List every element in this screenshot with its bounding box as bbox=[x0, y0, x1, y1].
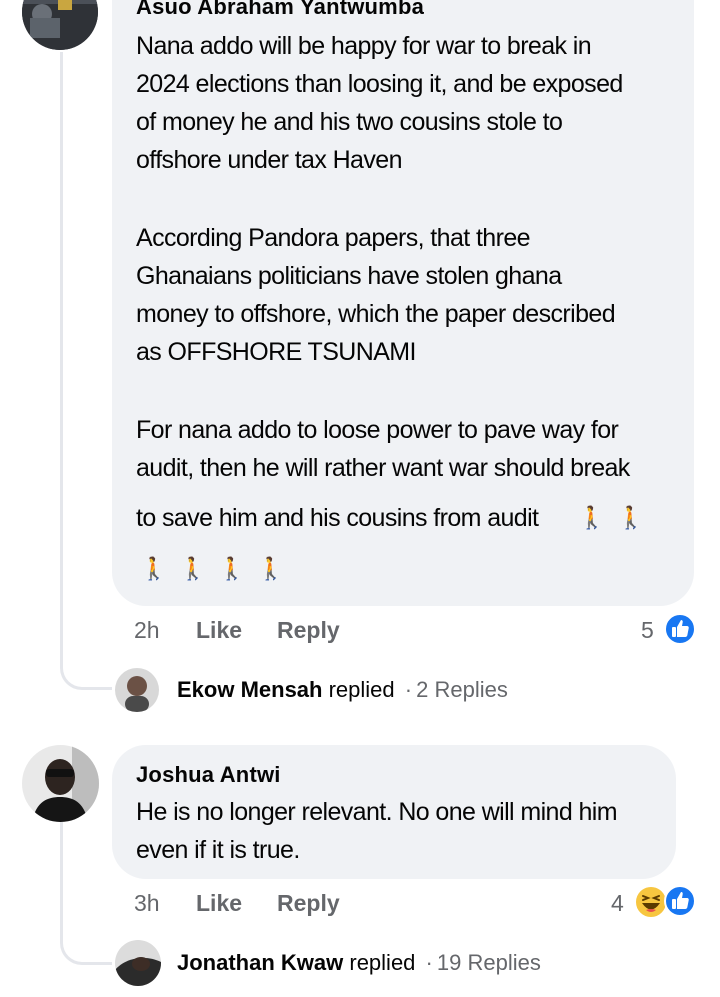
thread-line bbox=[60, 52, 63, 662]
walking-person-icon: 🚶 bbox=[617, 505, 645, 530]
haha-icon[interactable] bbox=[634, 885, 668, 919]
comment-text: money to offshore, which the paper descr… bbox=[136, 300, 616, 328]
view-replies-link[interactable]: Jonathan Kwaw replied · 19 Replies bbox=[177, 950, 541, 976]
reply-verb: replied bbox=[328, 677, 395, 702]
comment-author[interactable]: Asuo Abraham Yantwumba bbox=[136, 0, 424, 20]
separator-dot: · bbox=[425, 950, 433, 975]
view-replies-link[interactable]: Ekow Mensah replied · 2 Replies bbox=[177, 677, 508, 703]
like-button[interactable]: Like bbox=[196, 890, 242, 917]
reply-button[interactable]: Reply bbox=[277, 617, 340, 644]
reaction-count[interactable]: 4 bbox=[611, 890, 624, 917]
comment-text: offshore under tax Haven bbox=[136, 146, 402, 174]
avatar[interactable] bbox=[22, 745, 99, 822]
comment-time: 3h bbox=[134, 890, 160, 916]
walking-person-icon: 🚶 bbox=[578, 505, 606, 530]
comment-text: Ghanaians politicians have stolen ghana bbox=[136, 262, 562, 290]
comment-text: According Pandora papers, that three bbox=[136, 224, 531, 252]
comment-time: 2h bbox=[134, 617, 160, 643]
walking-person-icon: 🚶 bbox=[179, 556, 207, 581]
thread-curve bbox=[60, 640, 112, 690]
comment-author[interactable]: Joshua Antwi bbox=[136, 762, 281, 788]
walking-person-icon: 🚶 bbox=[218, 556, 246, 581]
reaction-count[interactable]: 5 bbox=[641, 617, 654, 644]
reply-author[interactable]: Ekow Mensah bbox=[177, 677, 322, 702]
walking-person-icon: 🚶 bbox=[140, 556, 168, 581]
like-icon[interactable] bbox=[664, 613, 696, 645]
comment-text: 2024 elections than loosing it, and be e… bbox=[136, 70, 623, 98]
comment-text: Nana addo will be happy for war to break… bbox=[136, 32, 592, 60]
reply-verb: replied bbox=[349, 950, 416, 975]
comment-text: For nana addo to loose power to pave way… bbox=[136, 416, 619, 444]
like-icon[interactable] bbox=[664, 885, 696, 917]
like-button[interactable]: Like bbox=[196, 617, 242, 644]
comment-text: He is no longer relevant. No one will mi… bbox=[136, 798, 618, 826]
avatar[interactable] bbox=[115, 940, 161, 986]
comment-text: even if it is true. bbox=[136, 836, 300, 864]
avatar[interactable] bbox=[22, 0, 98, 50]
separator-dot: · bbox=[404, 677, 413, 702]
thread-curve bbox=[60, 915, 112, 965]
reply-button[interactable]: Reply bbox=[277, 890, 340, 917]
reply-count[interactable]: 19 Replies bbox=[437, 950, 541, 975]
walking-person-icon: 🚶 bbox=[257, 556, 285, 581]
comment-text: to save him and his cousins from audit bbox=[136, 504, 539, 532]
comment-text: audit, then he will rather want war shou… bbox=[136, 454, 630, 482]
reply-count[interactable]: 2 Replies bbox=[416, 677, 508, 702]
reply-author[interactable]: Jonathan Kwaw bbox=[177, 950, 343, 975]
avatar[interactable] bbox=[115, 668, 159, 712]
comment-text: as OFFSHORE TSUNAMI bbox=[136, 338, 416, 366]
comment-text: of money he and his two cousins stole to bbox=[136, 108, 563, 136]
